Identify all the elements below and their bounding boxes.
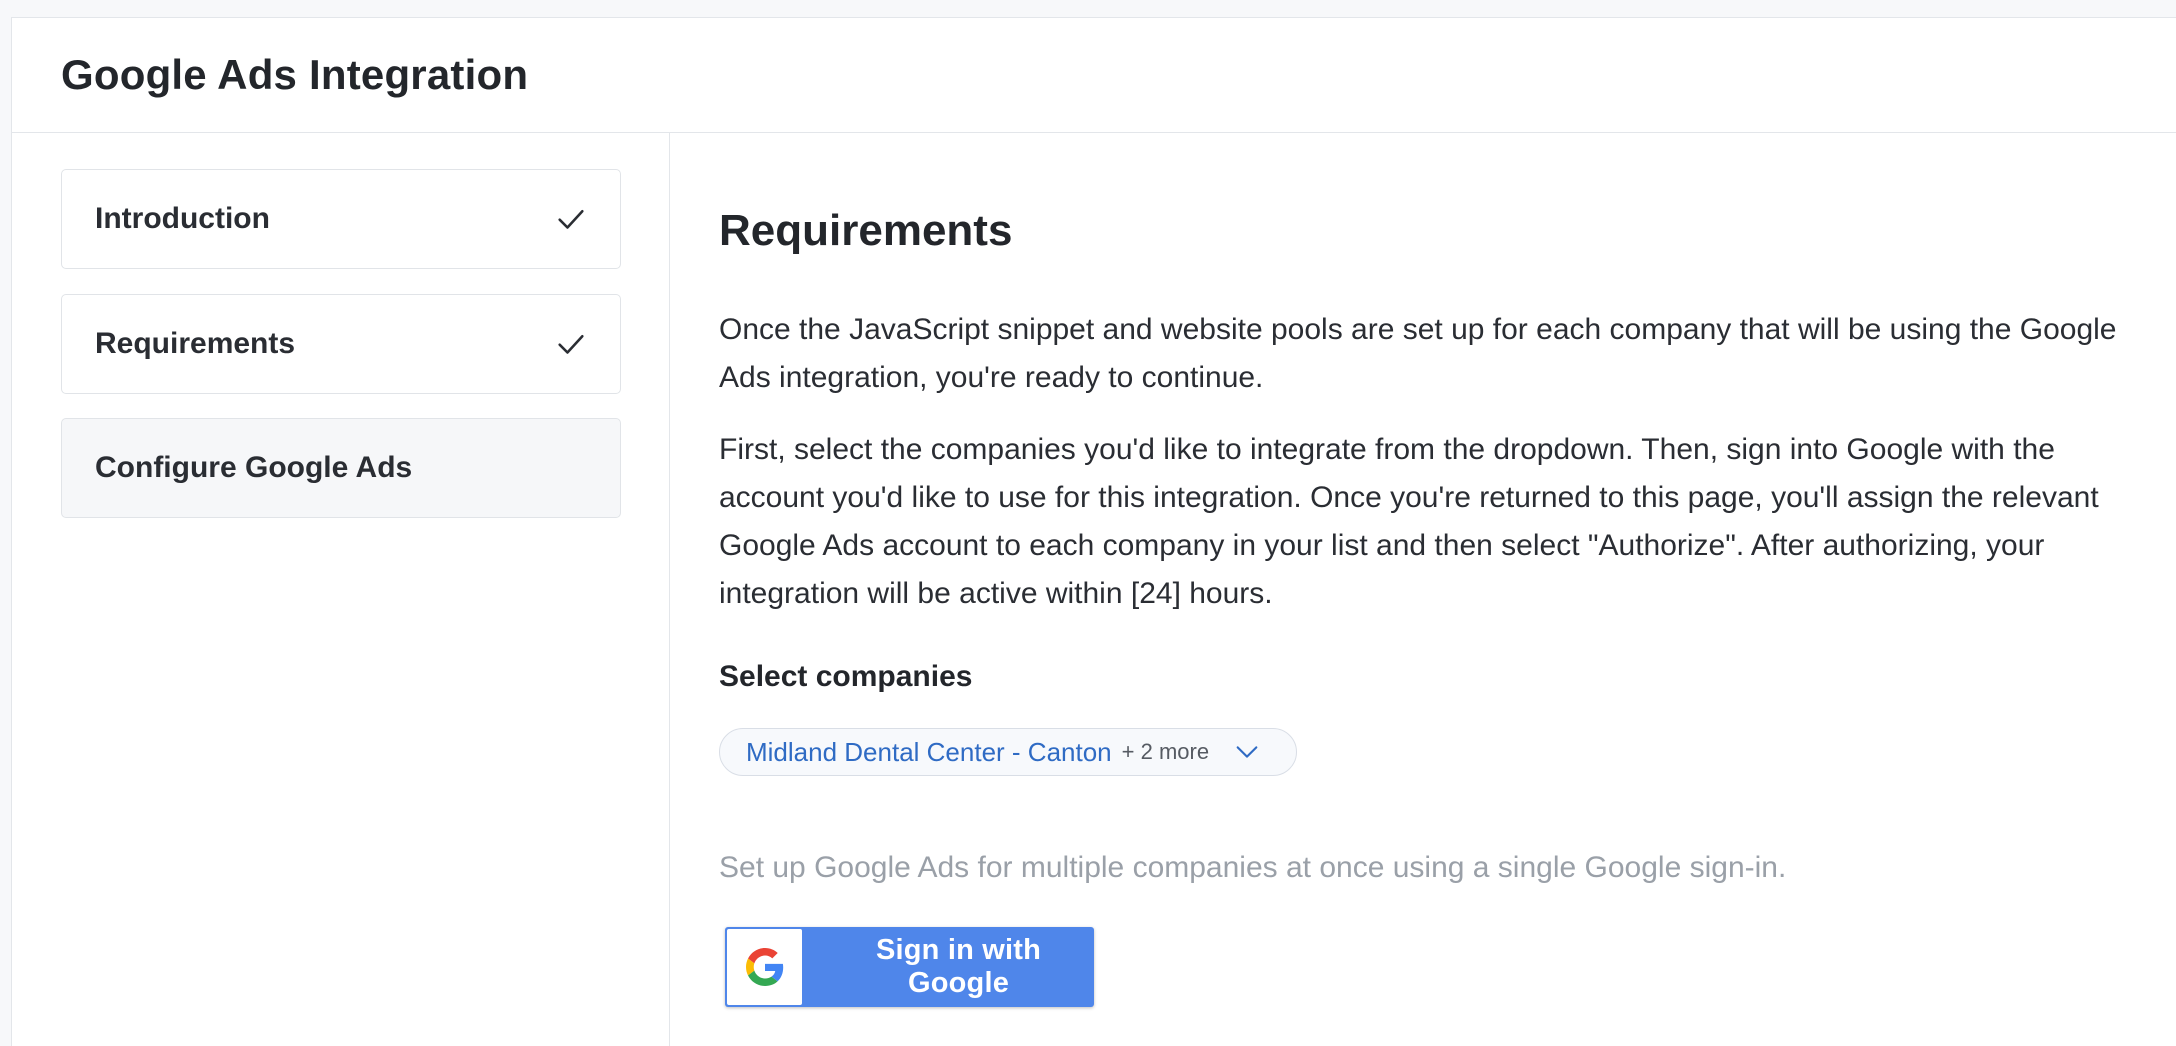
main-content: Requirements Once the JavaScript snippet… (719, 133, 2136, 1046)
step-label: Introduction (95, 202, 270, 235)
step-introduction[interactable]: Introduction (61, 169, 621, 269)
page-title: Google Ads Integration (61, 51, 529, 98)
check-icon (558, 209, 584, 229)
google-g-icon (745, 948, 783, 986)
panel-header: Google Ads Integration (12, 18, 2176, 133)
selected-company: Midland Dental Center - Canton (746, 736, 1112, 767)
panel-body: Introduction Requirements Configure Goog… (12, 133, 2176, 1046)
section-title: Requirements (719, 206, 1013, 255)
step-requirements[interactable]: Requirements (61, 294, 621, 394)
intro-paragraph: Once the JavaScript snippet and website … (719, 313, 2117, 394)
more-count-badge: + 2 more (1121, 739, 1210, 764)
step-configure-google-ads[interactable]: Configure Google Ads (61, 418, 621, 518)
step-label: Configure Google Ads (95, 451, 413, 484)
check-icon (558, 334, 584, 354)
chevron-down-icon (1236, 746, 1258, 758)
instructions-paragraph: First, select the companies you'd like t… (719, 433, 2099, 610)
google-logo-box (727, 929, 803, 1005)
select-companies-label: Select companies (719, 660, 973, 693)
google-button-label: Sign in with Google (875, 934, 1042, 999)
steps-sidebar: Introduction Requirements Configure Goog… (12, 133, 670, 1046)
helper-text: Set up Google Ads for multiple companies… (719, 851, 1787, 884)
company-select-dropdown[interactable]: Midland Dental Center - Canton + 2 more (719, 728, 1297, 776)
step-label: Requirements (95, 327, 296, 360)
integration-panel: Google Ads Integration Introduction Requ… (11, 17, 2176, 1046)
sign-in-with-google-button[interactable]: Sign in with Google (725, 927, 1094, 1007)
